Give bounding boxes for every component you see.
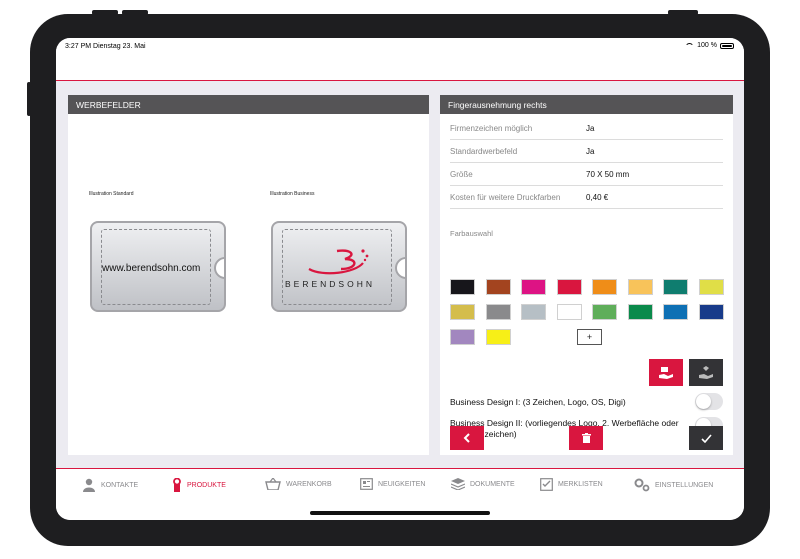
hand-logo-button[interactable] xyxy=(649,359,683,386)
info-row-standardwerbefeld: Standardwerbefeld Ja xyxy=(450,140,723,163)
color-swatch[interactable] xyxy=(485,329,511,345)
color-swatch[interactable] xyxy=(521,279,546,295)
business-design-1-label: Business Design I: (3 Zeichen, Logo, OS,… xyxy=(450,397,626,407)
battery-icon xyxy=(720,42,734,49)
color-swatch[interactable] xyxy=(521,304,546,320)
color-swatch[interactable] xyxy=(485,279,511,295)
wifi-icon xyxy=(685,42,695,49)
trash-icon xyxy=(581,433,591,443)
stack-icon xyxy=(451,478,465,490)
hand-logo-icon xyxy=(659,366,673,379)
card-logo-text: BERENDSOHN xyxy=(285,279,375,289)
screen: 3:27 PM Dienstag 23. Mai 100 % WERBEFELD… xyxy=(56,38,744,520)
business-design-1-toggle[interactable] xyxy=(695,393,723,410)
werbefelder-panel: WERBEFELDER Illustration Standard Illust… xyxy=(68,95,429,455)
color-swatch[interactable] xyxy=(627,304,653,320)
illustration-business-label: Illustration Business xyxy=(270,191,315,197)
back-button[interactable] xyxy=(450,426,484,450)
chevron-left-icon xyxy=(463,433,470,443)
tab-kontakte[interactable]: KONTAKTE xyxy=(82,478,138,492)
color-swatch[interactable] xyxy=(556,279,582,295)
tab-neuigkeiten[interactable]: NEUIGKEITEN xyxy=(360,478,425,490)
hand-design-icon xyxy=(699,365,713,379)
navigation-bar xyxy=(56,56,744,81)
home-indicator xyxy=(310,511,490,515)
key-icon xyxy=(173,478,181,492)
tab-dokumente[interactable]: DOKUMENTE xyxy=(451,478,515,490)
color-swatch[interactable] xyxy=(450,304,475,320)
tab-warenkorb[interactable]: WARENKORB xyxy=(265,478,332,490)
color-swatch[interactable] xyxy=(663,279,688,295)
add-color-button[interactable]: + xyxy=(577,329,602,345)
info-row-groesse: Größe 70 X 50 mm xyxy=(450,163,723,186)
color-swatch[interactable] xyxy=(450,279,475,295)
status-bar: 3:27 PM Dienstag 23. Mai 100 % xyxy=(56,38,744,56)
info-row-kosten: Kosten für weitere Druckfarben 0,40 € xyxy=(450,186,723,209)
color-swatch[interactable] xyxy=(485,304,511,320)
tab-produkte[interactable]: PRODUKTE xyxy=(172,478,226,492)
details-header: Fingerausnehmung rechts xyxy=(440,95,733,114)
standard-card-illustration: www.berendsohn.com xyxy=(90,221,226,312)
color-swatch[interactable] xyxy=(698,304,724,320)
delete-button[interactable] xyxy=(569,426,603,450)
basket-icon xyxy=(265,478,281,490)
farbauswahl-label: Farbauswahl xyxy=(450,229,493,238)
color-swatch[interactable] xyxy=(592,304,617,320)
color-swatch[interactable] xyxy=(592,279,617,295)
berendsohn-logo-icon xyxy=(308,249,369,275)
tab-einstellungen[interactable]: EINSTELLUNGEN xyxy=(634,478,713,492)
tab-merklisten[interactable]: MERKLISTEN xyxy=(540,478,603,491)
checkmark-icon xyxy=(700,433,712,443)
color-swatch[interactable] xyxy=(698,279,724,295)
gears-icon xyxy=(634,478,650,492)
battery-percent: 100 % xyxy=(697,42,717,49)
werbefelder-header: WERBEFELDER xyxy=(68,95,429,114)
color-swatch[interactable] xyxy=(450,329,475,345)
info-row-firmenzeichen: Firmenzeichen möglich Ja xyxy=(450,117,723,140)
color-swatch[interactable] xyxy=(627,279,653,295)
color-swatch[interactable] xyxy=(556,304,582,320)
confirm-button[interactable] xyxy=(689,426,723,450)
business-card-illustration: BERENDSOHN xyxy=(271,221,407,312)
status-time: 3:27 PM Dienstag 23. Mai xyxy=(65,43,146,50)
details-panel: Fingerausnehmung rechts Firmenzeichen mö… xyxy=(440,95,733,455)
checklist-icon xyxy=(540,478,553,491)
newspaper-icon xyxy=(360,478,373,490)
person-icon xyxy=(83,478,95,492)
color-swatch[interactable] xyxy=(663,304,688,320)
card-url-text: www.berendsohn.com xyxy=(102,263,201,274)
illustration-standard-label: Illustration Standard xyxy=(89,191,134,197)
hand-design-button[interactable] xyxy=(689,359,723,386)
